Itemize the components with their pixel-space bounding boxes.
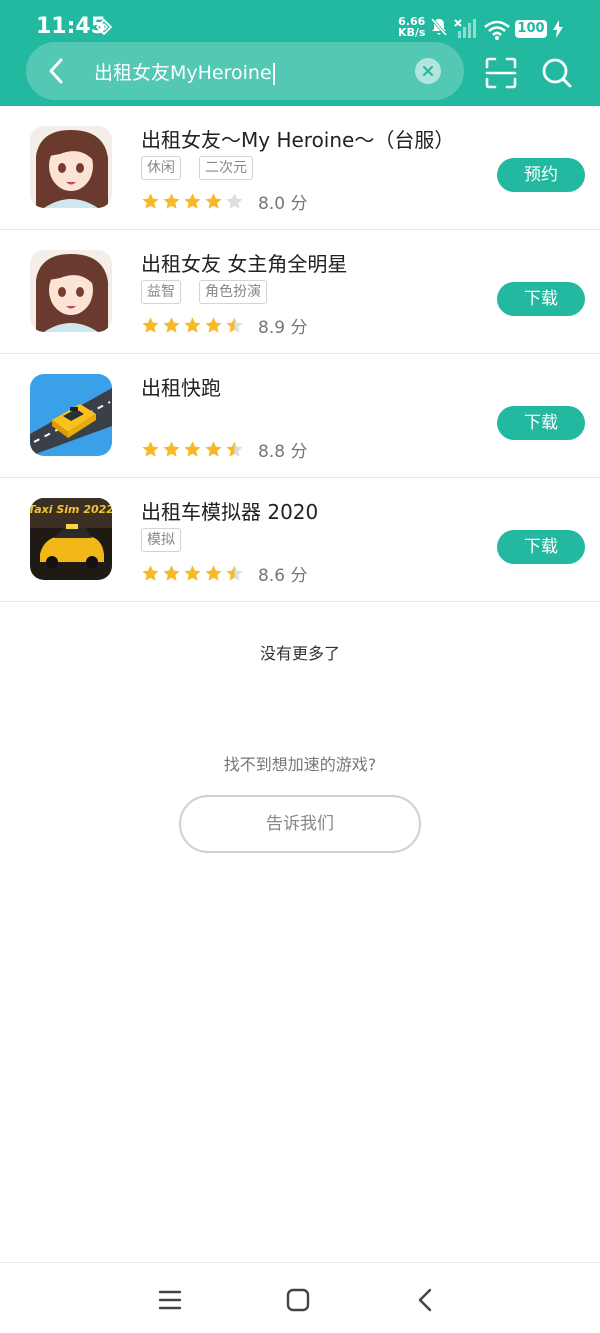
list-item[interactable]: 出租女友～My Heroine～（台服） 休闲 二次元 8.0 分 预约 xyxy=(0,106,600,230)
download-button[interactable]: 下载 xyxy=(497,530,585,564)
score-text: 8.8 分 xyxy=(258,442,308,462)
scan-icon[interactable] xyxy=(484,56,518,90)
download-button[interactable]: 下载 xyxy=(497,282,585,316)
rating: 8.8 分 xyxy=(141,437,307,462)
icon-logo-text: Taxi Sim 2022 xyxy=(30,503,112,516)
star-full-icon xyxy=(184,565,201,581)
rating: 8.9 分 xyxy=(141,313,307,338)
star-half-icon xyxy=(226,317,243,333)
mute-bell-icon xyxy=(430,18,448,36)
app-title[interactable]: 出租车模拟器 2020 xyxy=(141,496,318,525)
app-title[interactable]: 出租女友 女主角全明星 xyxy=(141,248,347,277)
download-button[interactable]: 下载 xyxy=(497,406,585,440)
star-full-icon xyxy=(163,565,180,581)
rating: 8.6 分 xyxy=(141,561,307,586)
star-full-icon xyxy=(205,193,222,209)
taxi-sim-icon: Taxi Sim 2022 xyxy=(30,498,112,580)
search-icon[interactable] xyxy=(540,56,574,90)
star-empty-icon xyxy=(226,193,243,209)
star-full-icon xyxy=(163,441,180,457)
star-full-icon xyxy=(142,317,159,333)
search-bar[interactable]: 出租女友MyHeroine xyxy=(26,42,464,100)
search-query-text: 出租女友MyHeroine xyxy=(94,62,272,84)
tag: 模拟 xyxy=(141,528,181,552)
tag-list: 益智 角色扮演 xyxy=(141,280,267,304)
star-full-icon xyxy=(184,441,201,457)
anime-girl-icon xyxy=(30,250,112,332)
score-text: 8.0 分 xyxy=(258,194,308,214)
star-full-icon xyxy=(205,317,222,333)
star-full-icon xyxy=(163,193,180,209)
star-full-icon xyxy=(184,317,201,333)
tag: 益智 xyxy=(141,280,181,304)
star-rating xyxy=(141,192,244,211)
no-more-text: 没有更多了 xyxy=(259,644,340,663)
network-speed: 6.66 KB/s xyxy=(398,15,426,39)
search-input[interactable]: 出租女友MyHeroine xyxy=(94,58,275,85)
list-item[interactable]: 出租快跑 8.8 分 下载 xyxy=(0,354,600,478)
star-rating xyxy=(141,316,244,335)
list-item[interactable]: 出租女友 女主角全明星 益智 角色扮演 8.9 分 下载 xyxy=(0,230,600,354)
app-title[interactable]: 出租快跑 xyxy=(141,372,221,401)
star-full-icon xyxy=(142,565,159,581)
star-full-icon xyxy=(205,565,222,581)
list-item[interactable]: Taxi Sim 2022 出租车模拟器 2020 模拟 8.6 分 下载 xyxy=(0,478,600,602)
battery-level: 100 xyxy=(515,20,547,38)
back-icon[interactable] xyxy=(413,1287,439,1313)
tag: 休闲 xyxy=(141,156,181,180)
star-full-icon xyxy=(142,441,159,457)
star-half-icon xyxy=(226,441,243,457)
score-text: 8.6 分 xyxy=(258,566,308,586)
header-bar: 11:45 6.66 KB/s 100 出租女友MyHeroine xyxy=(0,0,600,106)
home-icon[interactable] xyxy=(285,1287,311,1313)
back-arrow-icon[interactable] xyxy=(42,56,72,86)
text-cursor xyxy=(272,62,275,85)
clear-search-icon[interactable] xyxy=(415,58,441,84)
menu-icon[interactable] xyxy=(157,1287,183,1313)
taxi-car-icon xyxy=(30,374,112,456)
tag-list: 休闲 二次元 xyxy=(141,156,253,180)
wifi-icon xyxy=(484,20,510,40)
star-full-icon xyxy=(142,193,159,209)
system-nav-bar xyxy=(0,1262,600,1333)
not-found-prompt: 找不到想加速的游戏? xyxy=(223,755,377,774)
search-results-list: 出租女友～My Heroine～（台服） 休闲 二次元 8.0 分 预约 出租女… xyxy=(0,106,600,602)
score-text: 8.9 分 xyxy=(258,318,308,338)
status-bar: 11:45 6.66 KB/s 100 xyxy=(0,0,600,44)
app-notification-icon xyxy=(96,19,112,35)
star-full-icon xyxy=(184,193,201,209)
rating: 8.0 分 xyxy=(141,189,307,214)
charging-icon xyxy=(553,20,563,38)
star-full-icon xyxy=(205,441,222,457)
signal-icon xyxy=(454,19,476,38)
star-full-icon xyxy=(163,317,180,333)
tag: 角色扮演 xyxy=(199,280,267,304)
app-title[interactable]: 出租女友～My Heroine～（台服） xyxy=(141,124,454,153)
star-half-icon xyxy=(226,565,243,581)
tell-us-button[interactable]: 告诉我们 xyxy=(179,795,421,853)
star-rating xyxy=(141,564,244,583)
tag: 二次元 xyxy=(199,156,253,180)
star-rating xyxy=(141,440,244,459)
tag-list: 模拟 xyxy=(141,528,181,552)
reserve-button[interactable]: 预约 xyxy=(497,158,585,192)
anime-girl-icon xyxy=(30,126,112,208)
